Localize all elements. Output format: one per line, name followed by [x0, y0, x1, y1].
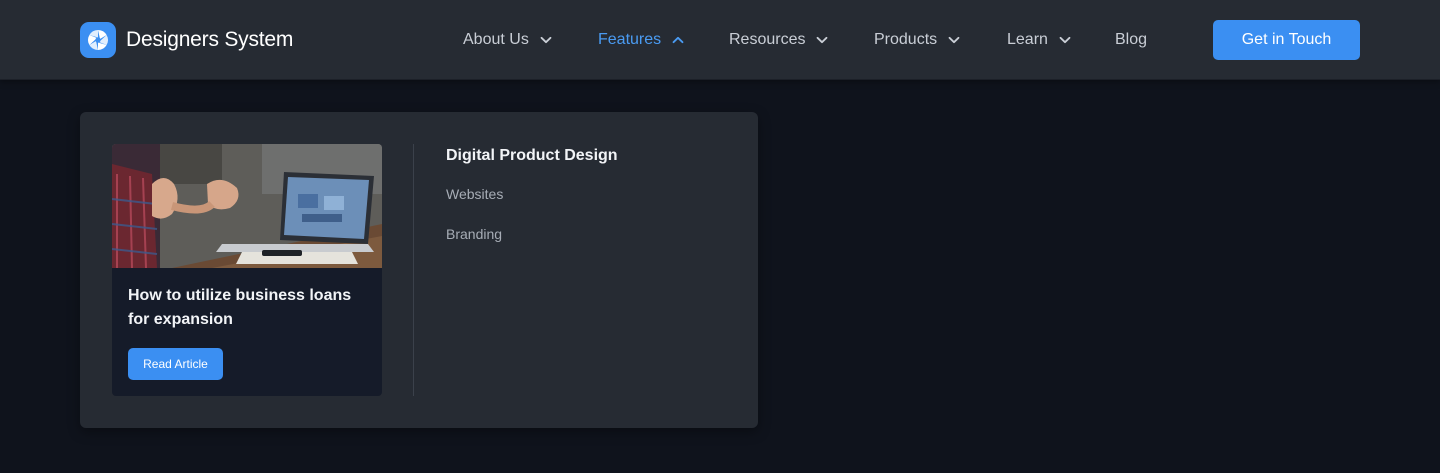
- nav-item-blog[interactable]: Blog: [1115, 0, 1147, 80]
- article-image: [112, 144, 382, 268]
- menu-link-websites[interactable]: Websites: [446, 186, 503, 202]
- menu-link-branding[interactable]: Branding: [446, 226, 502, 242]
- site-header: Designers System About Us Features Resou…: [0, 0, 1440, 80]
- nav-item-resources[interactable]: Resources: [729, 0, 831, 80]
- chevron-down-icon: [948, 36, 960, 44]
- brand[interactable]: Designers System: [80, 22, 293, 58]
- menu-column-heading: Digital Product Design: [446, 147, 618, 164]
- brand-name: Designers System: [126, 28, 294, 51]
- nav-item-label: Blog: [1115, 31, 1148, 48]
- nav-item-learn[interactable]: Learn: [1007, 0, 1074, 80]
- nav-item-label: Learn: [1007, 31, 1048, 48]
- get-in-touch-button[interactable]: Get in Touch: [1213, 20, 1360, 60]
- featured-article-card[interactable]: How to utilize business loans for expans…: [112, 144, 382, 396]
- nav-item-label: Features: [598, 31, 662, 48]
- aperture-icon: [80, 22, 116, 58]
- chevron-down-icon: [817, 36, 828, 44]
- nav-item-features[interactable]: Features: [598, 0, 687, 80]
- chevron-up-icon: [672, 36, 684, 44]
- chevron-down-icon: [1059, 36, 1071, 44]
- nav-item-label: Resources: [729, 31, 806, 48]
- features-dropdown: How to utilize business loans for expans…: [80, 112, 758, 428]
- divider: [413, 144, 414, 396]
- read-article-button[interactable]: Read Article: [128, 348, 223, 380]
- nav-item-label: Products: [874, 31, 938, 48]
- article-title[interactable]: How to utilize business loans for expans…: [128, 284, 368, 332]
- chevron-down-icon: [540, 36, 552, 44]
- nav-item-label: About Us: [463, 31, 529, 48]
- nav-item-products[interactable]: Products: [874, 0, 963, 80]
- nav-item-about-us[interactable]: About Us: [463, 0, 555, 80]
